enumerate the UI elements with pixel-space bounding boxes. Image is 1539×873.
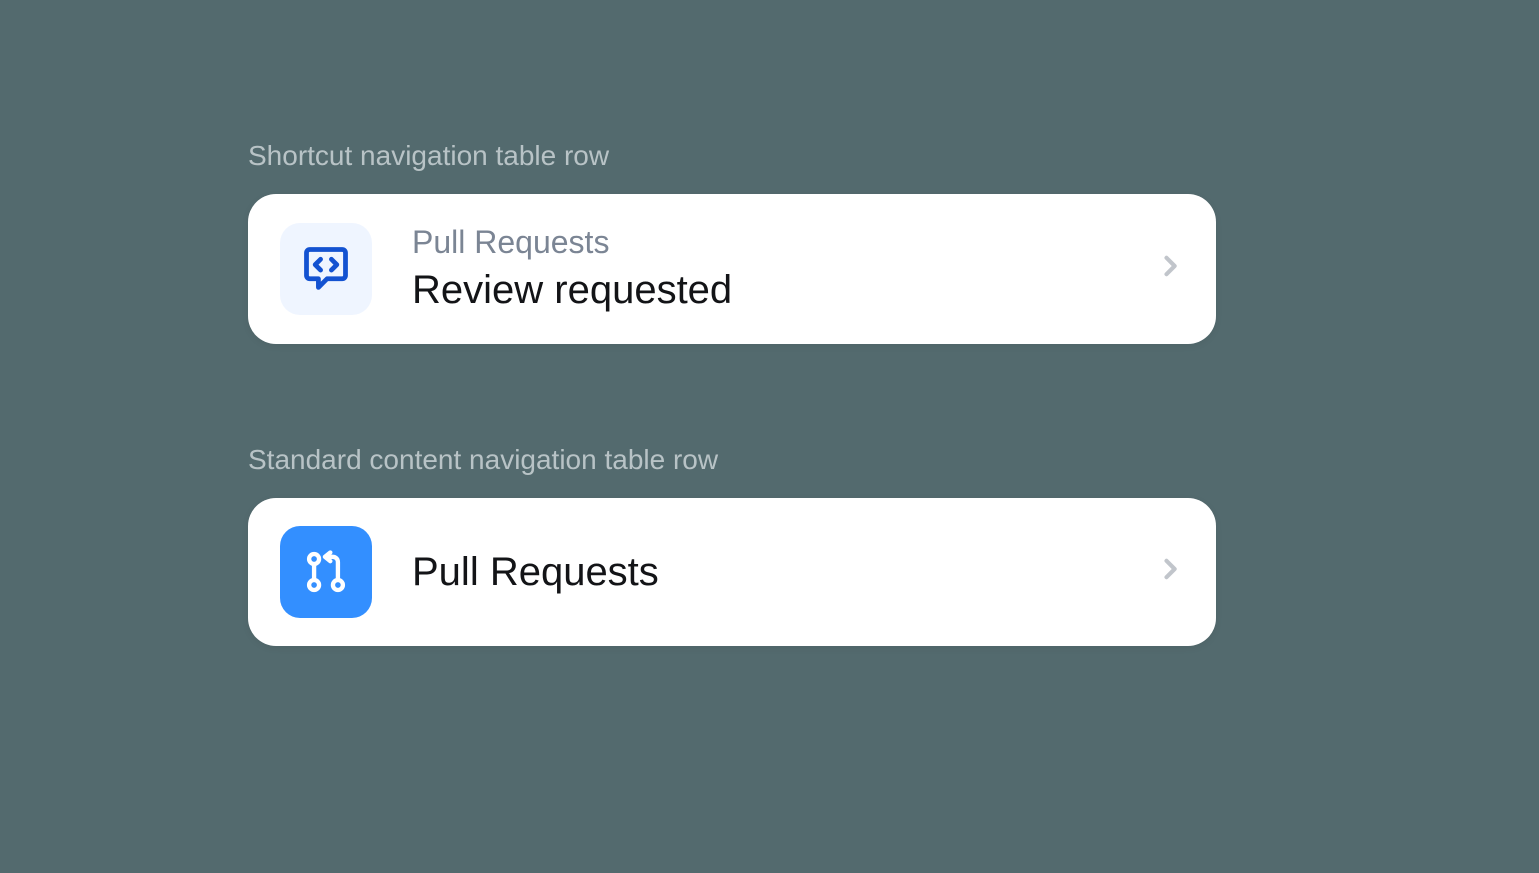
shortcut-row-title: Review requested (412, 264, 1156, 316)
code-review-icon (280, 223, 372, 315)
standard-section-label: Standard content navigation table row (248, 444, 1539, 476)
standard-navigation-row[interactable]: Pull Requests (248, 498, 1216, 646)
chevron-right-icon (1156, 555, 1184, 588)
pull-request-icon (280, 526, 372, 618)
shortcut-navigation-row[interactable]: Pull Requests Review requested (248, 194, 1216, 344)
standard-row-text: Pull Requests (412, 546, 1156, 598)
shortcut-row-text: Pull Requests Review requested (412, 222, 1156, 316)
standard-section: Standard content navigation table row Pu… (248, 444, 1539, 646)
chevron-right-icon (1156, 252, 1184, 285)
shortcut-section-label: Shortcut navigation table row (248, 140, 1539, 172)
shortcut-section: Shortcut navigation table row Pull Reque… (248, 140, 1539, 344)
standard-row-title: Pull Requests (412, 546, 1156, 598)
shortcut-row-overline: Pull Requests (412, 222, 1156, 264)
